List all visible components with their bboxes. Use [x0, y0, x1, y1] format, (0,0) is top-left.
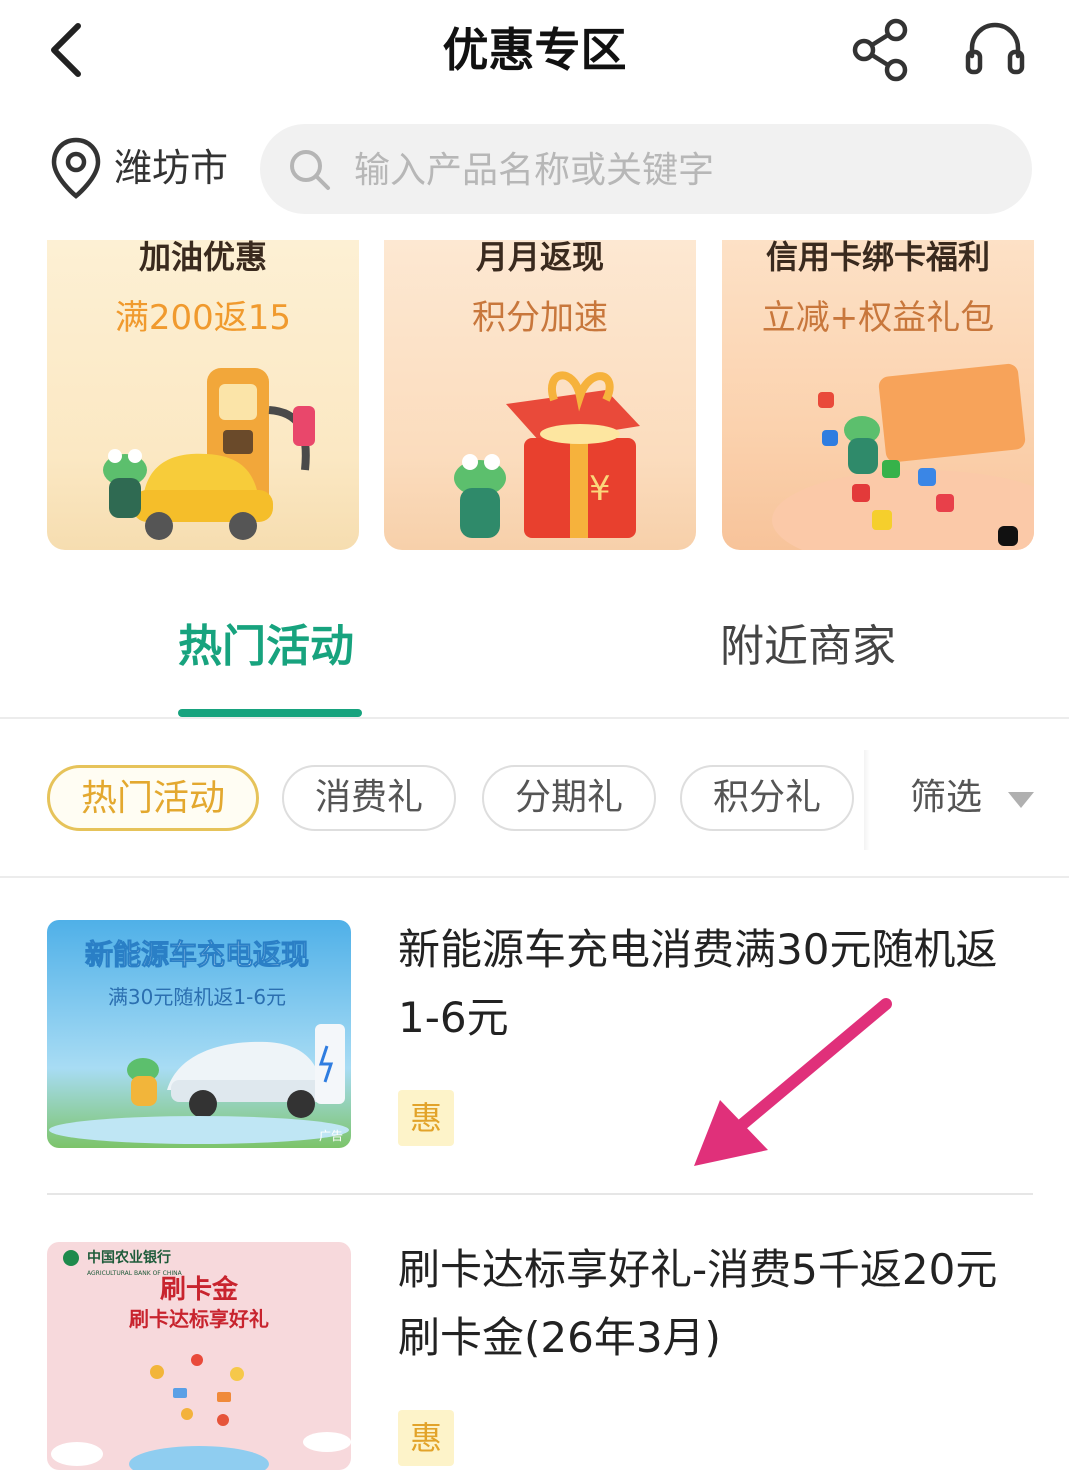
credit-card-illustration [772, 363, 1034, 550]
svg-text:¥: ¥ [589, 469, 611, 509]
thumb-subline: 刷卡达标享好礼 [129, 1307, 269, 1331]
item-thumbnail-card-reward[interactable]: 中国农业银行 AGRICULTURAL BANK OF CHINA 刷卡金 刷卡… [47, 1242, 351, 1470]
promo-title: 信用卡绑卡福利 [765, 240, 990, 276]
promo-title: 加油优惠 [138, 240, 267, 276]
divider [0, 717, 1069, 719]
triangle-down-icon[interactable] [1006, 790, 1036, 810]
promo-card-credit-binding[interactable]: 信用卡绑卡福利 立减+权益礼包 [722, 240, 1034, 550]
search-input[interactable] [352, 139, 996, 201]
gift-box-illustration: ¥ [454, 371, 640, 538]
share-icon [852, 18, 908, 82]
discount-badge: 惠 [398, 1410, 454, 1466]
search-bar[interactable] [260, 124, 1032, 214]
chip-points-gift[interactable]: 积分礼 [680, 765, 854, 831]
ad-tag: 广告 [319, 1129, 343, 1143]
filter-separator [864, 750, 870, 850]
thumb-subline: 满30元随机返1-6元 [108, 985, 286, 1009]
thumb-headline: 刷卡金 [160, 1274, 239, 1305]
headset-icon [965, 22, 1025, 75]
item-thumbnail-ev-charging[interactable]: 新能源车充电返现 满30元随机返1-6元 广告 [47, 920, 351, 1148]
promo-card-cashback[interactable]: 月月返现 积分加速 ¥ [384, 240, 696, 550]
chip-hot-activities[interactable]: 热门活动 [47, 765, 259, 831]
share-button[interactable] [848, 16, 914, 82]
fuel-car-illustration [103, 368, 315, 540]
city-selector[interactable]: 潍坊市 [114, 138, 228, 198]
bank-name: 中国农业银行 [87, 1249, 171, 1266]
thumb-headline: 新能源车充电返现 [85, 938, 309, 971]
filter-button[interactable]: 筛选 [910, 766, 982, 830]
search-icon [290, 150, 330, 190]
promo-title: 月月返现 [475, 240, 604, 276]
tab-hot-activities[interactable]: 热门活动 [178, 612, 354, 682]
promo-subtitle: 满200返15 [114, 298, 292, 338]
item-title[interactable]: 刷卡达标享好礼-消费5千返20元刷卡金(26年3月) [398, 1236, 1038, 1372]
location-pin-icon[interactable] [48, 136, 104, 200]
tab-nearby-merchants[interactable]: 附近商家 [720, 612, 896, 682]
promo-subtitle: 立减+权益礼包 [761, 298, 995, 338]
divider [0, 876, 1069, 878]
divider [47, 1193, 1033, 1195]
promo-card-fuel[interactable]: 加油优惠 满200返15 [47, 240, 359, 550]
customer-service-button[interactable] [960, 16, 1030, 82]
annotation-arrow-icon [694, 998, 892, 1166]
promo-subtitle: 积分加速 [472, 298, 608, 338]
chip-installment-gift[interactable]: 分期礼 [482, 765, 656, 831]
chip-consumption-gift[interactable]: 消费礼 [282, 765, 456, 831]
discount-badge: 惠 [398, 1090, 454, 1146]
tab-active-indicator [178, 709, 362, 717]
